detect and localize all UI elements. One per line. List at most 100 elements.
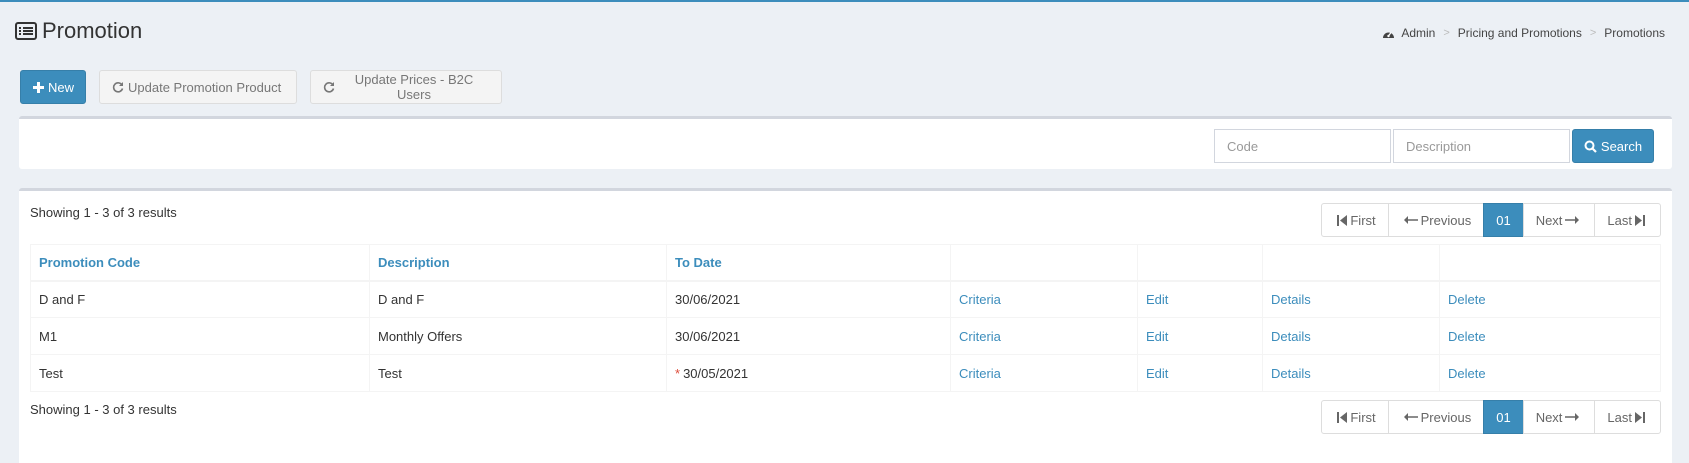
delete-link[interactable]: Delete bbox=[1448, 366, 1486, 381]
delete-link[interactable]: Delete bbox=[1448, 292, 1486, 307]
column-header-description[interactable]: Description bbox=[369, 244, 667, 282]
cell-details: Details bbox=[1262, 317, 1440, 355]
update-prices-b2c-label: Update Prices - B2C Users bbox=[354, 72, 474, 102]
details-link[interactable]: Details bbox=[1271, 366, 1311, 381]
to-date-value: 30/05/2021 bbox=[683, 365, 749, 381]
details-link[interactable]: Details bbox=[1271, 292, 1311, 307]
breadcrumb-separator: > bbox=[1589, 27, 1597, 39]
description-input[interactable] bbox=[1393, 129, 1570, 163]
pager-first-label: First bbox=[1350, 212, 1376, 228]
column-header-edit bbox=[1137, 244, 1263, 282]
table-row: D and F D and F 30/06/2021 Criteria Edit… bbox=[30, 280, 1661, 318]
pagination-top: First Previous 01 Next Last bbox=[1321, 203, 1661, 237]
cell-criteria: Criteria bbox=[950, 354, 1138, 392]
page-title: Promotion bbox=[42, 18, 143, 43]
table-header-row: Promotion Code Description To Date bbox=[30, 244, 1661, 282]
breadcrumb: Admin > Pricing and Promotions > Promoti… bbox=[1382, 26, 1665, 40]
criteria-link[interactable]: Criteria bbox=[959, 292, 1001, 307]
cell-description: Monthly Offers bbox=[369, 317, 667, 355]
cell-edit: Edit bbox=[1137, 317, 1263, 355]
breadcrumb-pricing-promotions[interactable]: Pricing and Promotions bbox=[1458, 26, 1582, 40]
results-count-bottom: Showing 1 - 3 of 3 results bbox=[30, 402, 177, 417]
details-link[interactable]: Details bbox=[1271, 329, 1311, 344]
column-header-promotion-code[interactable]: Promotion Code bbox=[30, 244, 370, 282]
pager-last-label: Last bbox=[1607, 409, 1632, 425]
cell-criteria: Criteria bbox=[950, 317, 1138, 355]
cell-delete: Delete bbox=[1439, 354, 1661, 392]
cell-to-date: * 30/05/2021 bbox=[666, 354, 951, 392]
cell-criteria: Criteria bbox=[950, 280, 1138, 318]
table-row: Test Test * 30/05/2021 Criteria Edit Deta… bbox=[30, 354, 1661, 392]
dashboard-icon bbox=[1382, 28, 1395, 39]
step-forward-icon bbox=[1635, 411, 1645, 423]
step-backward-icon bbox=[1337, 214, 1348, 226]
cell-promotion-code: D and F bbox=[30, 280, 370, 318]
search-icon bbox=[1584, 140, 1597, 153]
pager-first-label: First bbox=[1350, 409, 1376, 425]
cell-description: Test bbox=[369, 354, 667, 392]
code-input[interactable] bbox=[1214, 129, 1391, 163]
criteria-link[interactable]: Criteria bbox=[959, 366, 1001, 381]
edit-link[interactable]: Edit bbox=[1146, 329, 1168, 344]
cell-delete: Delete bbox=[1439, 317, 1661, 355]
delete-link[interactable]: Delete bbox=[1448, 329, 1486, 344]
pager-next-label: Next bbox=[1535, 409, 1563, 425]
pager-first-button[interactable]: First bbox=[1321, 203, 1389, 237]
pager-current-page[interactable]: 01 bbox=[1483, 203, 1524, 237]
new-button[interactable]: New bbox=[20, 70, 86, 104]
update-promotion-product-button[interactable]: Update Promotion Product bbox=[99, 70, 297, 104]
pager-next-button[interactable]: Next bbox=[1522, 400, 1596, 434]
page-header: Promotion bbox=[15, 16, 142, 46]
promotions-table: Promotion Code Description To Date D and… bbox=[30, 244, 1661, 392]
pager-previous-label: Previous bbox=[1420, 212, 1472, 228]
step-backward-icon bbox=[1337, 411, 1348, 423]
plus-icon bbox=[33, 81, 44, 93]
cell-to-date: 30/06/2021 bbox=[666, 280, 951, 318]
expired-marker: * bbox=[675, 365, 681, 381]
refresh-icon bbox=[112, 81, 124, 93]
breadcrumb-admin[interactable]: Admin bbox=[1401, 26, 1435, 40]
pager-last-label: Last bbox=[1607, 212, 1632, 228]
arrow-left-icon bbox=[1403, 216, 1418, 224]
step-forward-icon bbox=[1635, 214, 1645, 226]
edit-link[interactable]: Edit bbox=[1146, 366, 1168, 381]
pager-next-label: Next bbox=[1535, 212, 1563, 228]
arrow-right-icon bbox=[1565, 216, 1580, 224]
pager-next-button[interactable]: Next bbox=[1522, 203, 1596, 237]
toolbar: New Update Promotion Product Update Pric… bbox=[20, 70, 502, 104]
column-header-criteria bbox=[950, 244, 1138, 282]
new-button-label: New bbox=[48, 79, 75, 95]
results-panel: Showing 1 - 3 of 3 results First Previou… bbox=[19, 188, 1672, 463]
search-panel: Search bbox=[19, 116, 1672, 169]
column-header-delete bbox=[1439, 244, 1661, 282]
breadcrumb-separator: > bbox=[1443, 27, 1450, 39]
pagination-bottom: First Previous 01 Next Last bbox=[1321, 400, 1661, 434]
update-prices-b2c-button[interactable]: Update Prices - B2C Users bbox=[310, 70, 502, 104]
arrow-left-icon bbox=[1403, 413, 1418, 421]
pager-last-button[interactable]: Last bbox=[1594, 203, 1661, 237]
cell-promotion-code: M1 bbox=[30, 317, 370, 355]
cell-to-date: 30/06/2021 bbox=[666, 317, 951, 355]
pager-previous-label: Previous bbox=[1420, 409, 1472, 425]
search-button-label: Search bbox=[1600, 138, 1643, 154]
cell-promotion-code: Test bbox=[30, 354, 370, 392]
pager-current-page[interactable]: 01 bbox=[1483, 400, 1524, 434]
search-button[interactable]: Search bbox=[1572, 129, 1654, 163]
edit-link[interactable]: Edit bbox=[1146, 292, 1168, 307]
update-promotion-product-label: Update Promotion Product bbox=[128, 79, 282, 95]
list-alt-icon bbox=[15, 22, 37, 40]
results-count-top: Showing 1 - 3 of 3 results bbox=[30, 205, 177, 220]
pager-last-button[interactable]: Last bbox=[1594, 400, 1661, 434]
cell-delete: Delete bbox=[1439, 280, 1661, 318]
pager-previous-button[interactable]: Previous bbox=[1387, 400, 1485, 434]
cell-edit: Edit bbox=[1137, 354, 1263, 392]
pager-first-button[interactable]: First bbox=[1321, 400, 1389, 434]
cell-description: D and F bbox=[369, 280, 667, 318]
column-header-to-date[interactable]: To Date bbox=[666, 244, 951, 282]
cell-details: Details bbox=[1262, 280, 1440, 318]
table-row: M1 Monthly Offers 30/06/2021 Criteria Ed… bbox=[30, 317, 1661, 355]
pager-previous-button[interactable]: Previous bbox=[1387, 203, 1485, 237]
arrow-right-icon bbox=[1565, 413, 1580, 421]
criteria-link[interactable]: Criteria bbox=[959, 329, 1001, 344]
breadcrumb-promotions: Promotions bbox=[1604, 26, 1665, 40]
